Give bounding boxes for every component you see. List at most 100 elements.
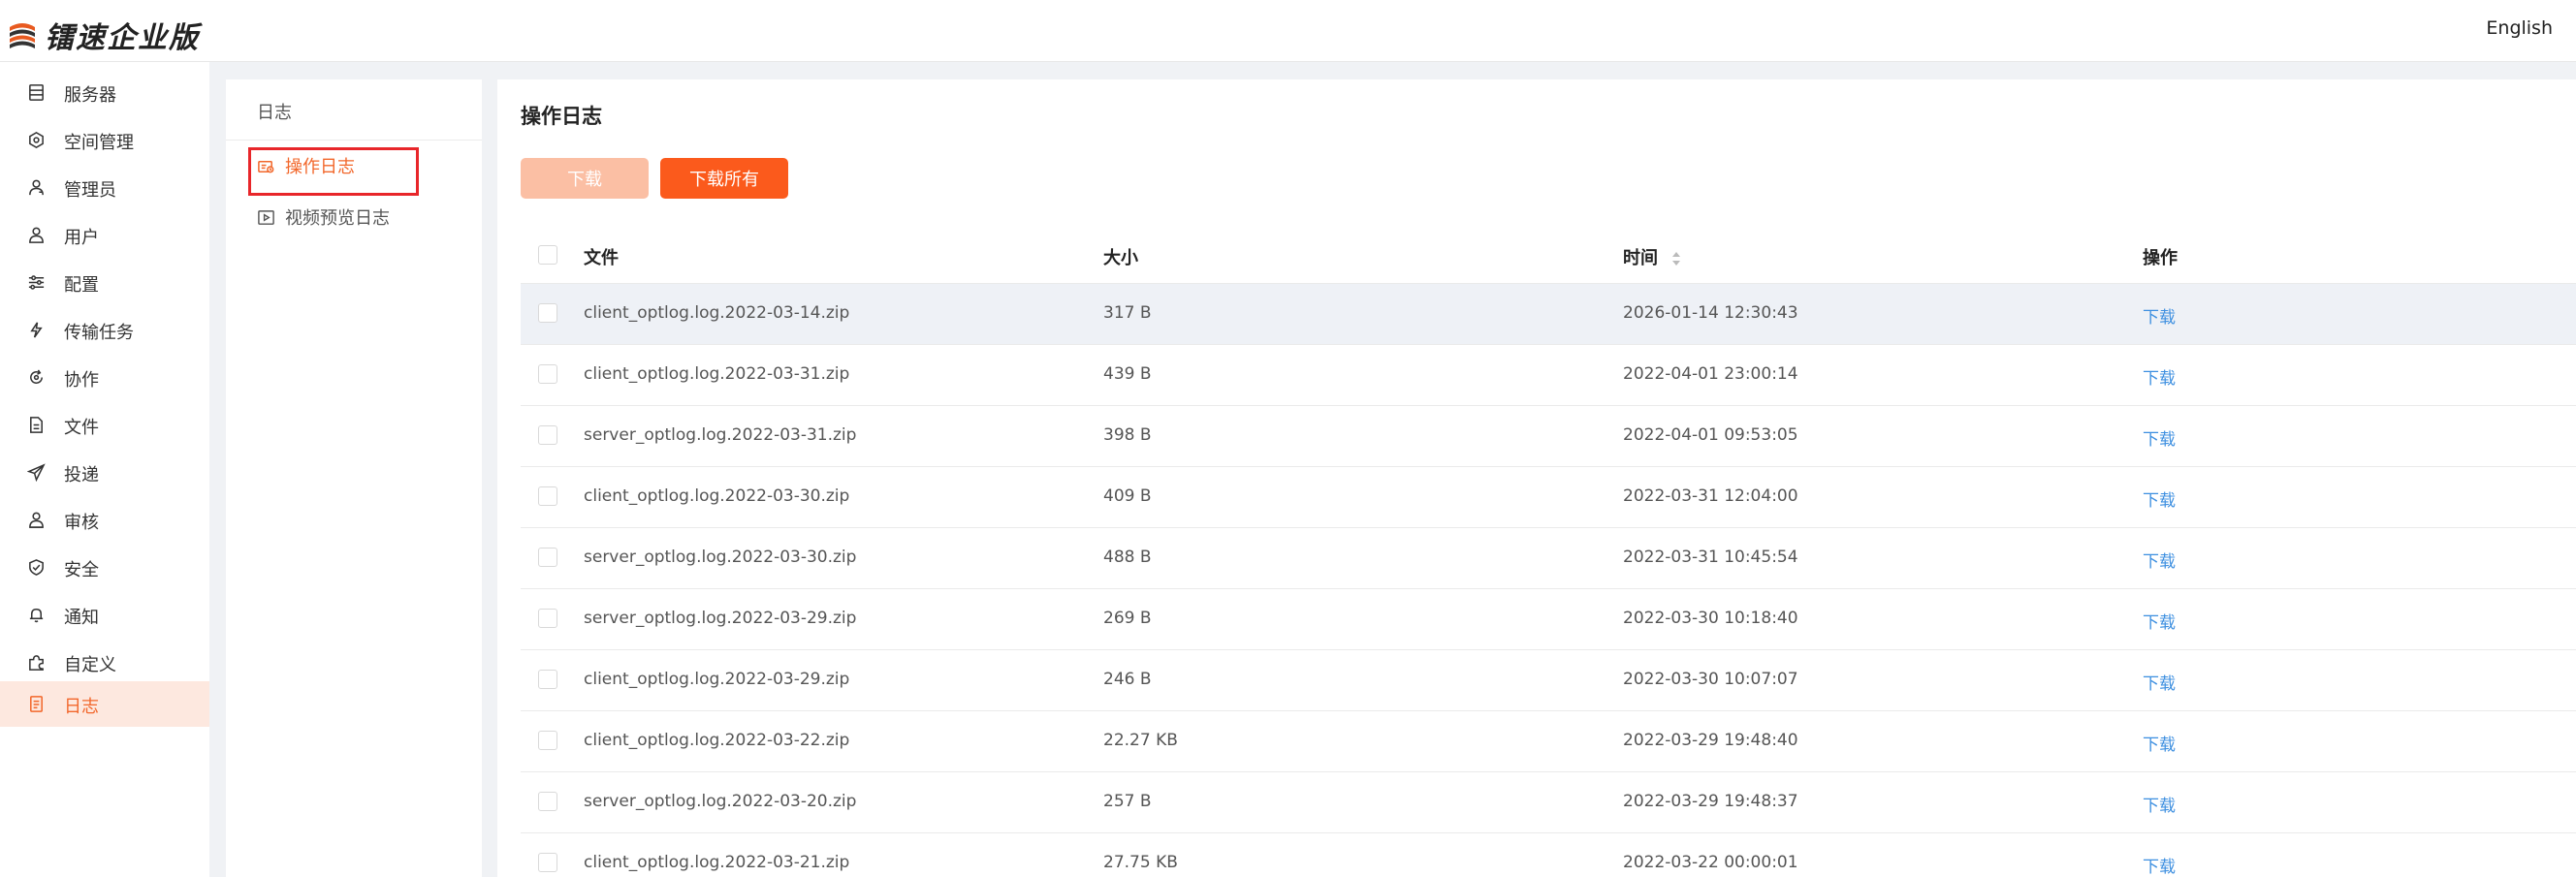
table-row[interactable]: server_optlog.log.2022-03-29.zip 269 B 2… [521, 588, 2576, 649]
row-checkbox[interactable] [538, 486, 557, 506]
column-header-time-label: 时间 [1623, 248, 1658, 268]
file-size: 439 B [1103, 364, 1152, 384]
file-icon [30, 417, 43, 433]
sidebar-item-space[interactable]: 空间管理 [0, 117, 209, 163]
table-row[interactable]: server_optlog.log.2022-03-30.zip 488 B 2… [521, 527, 2576, 588]
sidebar-item-label: 协作 [64, 370, 99, 391]
language-switch[interactable]: English [2486, 17, 2553, 39]
table-row[interactable]: client_optlog.log.2022-03-30.zip 409 B 2… [521, 466, 2576, 527]
table-header: 文件 大小 时间 操作 [521, 223, 2576, 283]
table-row[interactable]: client_optlog.log.2022-03-22.zip 22.27 K… [521, 710, 2576, 771]
sidebar-item-label: 自定义 [64, 655, 116, 675]
row-checkbox[interactable] [538, 548, 557, 567]
table-row[interactable]: client_optlog.log.2022-03-29.zip 246 B 2… [521, 649, 2576, 710]
file-time: 2022-03-30 10:07:07 [1623, 670, 1798, 689]
sidebar-item-server[interactable]: 服务器 [0, 70, 209, 115]
admin-icon [29, 179, 44, 196]
row-download-link[interactable]: 下载 [2143, 792, 2176, 816]
row-download-link[interactable]: 下载 [2143, 731, 2176, 755]
shield-icon [29, 559, 44, 576]
row-download-link[interactable]: 下载 [2143, 548, 2176, 572]
column-header-action: 操作 [2143, 248, 2178, 268]
row-checkbox[interactable] [538, 609, 557, 628]
table-row[interactable]: client_optlog.log.2022-03-14.zip 317 B 2… [521, 283, 2576, 344]
select-all-checkbox[interactable] [538, 245, 557, 265]
sidebar-item-collab[interactable]: 协作 [0, 355, 209, 400]
operation-log-icon [258, 160, 274, 172]
file-time: 2022-03-31 12:04:00 [1623, 486, 1798, 506]
sidebar-item-label: 配置 [64, 275, 99, 296]
file-name: server_optlog.log.2022-03-30.zip [584, 548, 857, 567]
sidebar-item-admin[interactable]: 管理员 [0, 165, 209, 210]
audit-icon [29, 512, 44, 528]
sidebar-item-label: 通知 [64, 608, 99, 628]
sidebar-item-log[interactable]: 日志 [0, 681, 209, 727]
row-download-link[interactable]: 下载 [2143, 853, 2176, 877]
space-icon [29, 132, 44, 148]
sidebar-item-send[interactable]: 投递 [0, 450, 209, 495]
file-size: 257 B [1103, 792, 1152, 811]
subnav-divider [226, 140, 482, 141]
subnav-item-label: 视频预览日志 [285, 208, 390, 229]
download-button[interactable]: 下载 [521, 158, 649, 199]
row-checkbox[interactable] [538, 670, 557, 689]
row-download-link[interactable]: 下载 [2143, 486, 2176, 511]
sidebar-item-label: 审核 [64, 513, 99, 533]
subnav-item-label: 操作日志 [285, 157, 355, 177]
sidebar-item-config[interactable]: 配置 [0, 260, 209, 305]
sidebar-item-transfer[interactable]: 传输任务 [0, 307, 209, 353]
row-download-link[interactable]: 下载 [2143, 303, 2176, 328]
sidebar-item-custom[interactable]: 自定义 [0, 640, 209, 685]
row-download-link[interactable]: 下载 [2143, 364, 2176, 389]
sidebar-item-label: 空间管理 [64, 133, 134, 153]
sidebar-item-label: 传输任务 [64, 323, 134, 343]
row-download-link[interactable]: 下载 [2143, 670, 2176, 694]
file-size: 488 B [1103, 548, 1152, 567]
sidebar: 服务器 空间管理 管理员 用户 配置 传输任务 协作 文件 投递 审核 安全 通… [0, 62, 209, 877]
subnav-item-video-preview-log[interactable]: 视频预览日志 [257, 203, 390, 232]
sidebar-item-user[interactable]: 用户 [0, 212, 209, 258]
row-checkbox[interactable] [538, 425, 557, 445]
row-checkbox[interactable] [538, 731, 557, 750]
file-size: 27.75 KB [1103, 853, 1178, 872]
download-all-button[interactable]: 下载所有 [660, 158, 788, 199]
file-size: 246 B [1103, 670, 1152, 689]
file-name: client_optlog.log.2022-03-30.zip [584, 486, 850, 506]
row-checkbox[interactable] [538, 303, 557, 323]
row-checkbox[interactable] [538, 853, 557, 872]
table-row[interactable]: client_optlog.log.2022-03-21.zip 27.75 K… [521, 832, 2576, 877]
sidebar-item-file[interactable]: 文件 [0, 402, 209, 448]
logo-text: 镭速企业版 [45, 21, 200, 55]
file-size: 22.27 KB [1103, 731, 1178, 750]
send-icon [27, 463, 46, 482]
table-row[interactable]: client_optlog.log.2022-03-31.zip 439 B 2… [521, 344, 2576, 405]
sidebar-item-security[interactable]: 安全 [0, 545, 209, 590]
sort-icon[interactable] [1671, 251, 1681, 266]
file-time: 2022-03-31 10:45:54 [1623, 548, 1798, 567]
sidebar-item-label: 用户 [64, 228, 99, 248]
file-name: client_optlog.log.2022-03-29.zip [584, 670, 850, 689]
row-download-link[interactable]: 下载 [2143, 609, 2176, 633]
sidebar-item-audit[interactable]: 审核 [0, 497, 209, 543]
sidebar-item-label: 服务器 [64, 85, 116, 106]
sidebar-item-label: 安全 [64, 560, 99, 580]
file-name: server_optlog.log.2022-03-31.zip [584, 425, 857, 445]
row-checkbox[interactable] [538, 792, 557, 811]
file-time: 2022-03-30 10:18:40 [1623, 609, 1798, 628]
transfer-icon [30, 322, 43, 338]
table-row[interactable]: server_optlog.log.2022-03-20.zip 257 B 2… [521, 771, 2576, 832]
row-download-link[interactable]: 下载 [2143, 425, 2176, 450]
main-content: 操作日志 下载 下载所有 文件 大小 时间 操作 client_optlog.l… [497, 79, 2576, 877]
sliders-icon [28, 275, 45, 290]
puzzle-icon [29, 655, 44, 671]
column-header-time[interactable]: 时间 [1623, 244, 1681, 269]
user-icon [29, 227, 44, 243]
table-row[interactable]: server_optlog.log.2022-03-31.zip 398 B 2… [521, 405, 2576, 466]
file-name: client_optlog.log.2022-03-31.zip [584, 364, 850, 384]
file-time: 2022-03-29 19:48:37 [1623, 792, 1798, 811]
column-header-size: 大小 [1103, 248, 1138, 268]
row-checkbox[interactable] [538, 364, 557, 384]
sidebar-item-notify[interactable]: 通知 [0, 592, 209, 638]
file-name: server_optlog.log.2022-03-20.zip [584, 792, 857, 811]
subnav-item-operation-log[interactable]: 操作日志 [257, 151, 355, 180]
